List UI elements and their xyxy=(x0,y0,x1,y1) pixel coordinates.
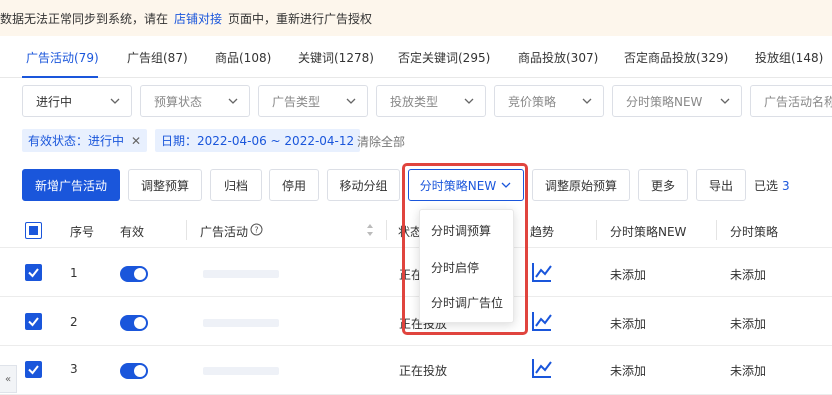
chevron-down-icon xyxy=(110,98,120,104)
notice-bar: 数据无法正常同步到系统，请在 店铺对接 页面中，重新进行广告授权 xyxy=(0,0,832,36)
tag-date-range-label: 日期：2022-04-06 ~ 2022-04-12 xyxy=(161,134,355,148)
filter-budget-status-placeholder: 预算状态 xyxy=(154,94,203,109)
row-time-strategy: 未添加 xyxy=(730,317,767,331)
row-time-strategy-new: 未添加 xyxy=(610,317,647,331)
campaign-name-redacted xyxy=(203,367,279,375)
row-status: 正在投放 xyxy=(399,364,448,378)
tag-date-range: 日期：2022-04-06 ~ 2022-04-12 xyxy=(155,129,361,152)
active-tab-indicator xyxy=(22,76,98,78)
active-toggle[interactable] xyxy=(120,363,148,379)
selected-count: 3 xyxy=(782,179,790,193)
row-time-strategy-new: 未添加 xyxy=(610,268,647,282)
row-time-strategy: 未添加 xyxy=(730,364,767,378)
header-active: 有效 xyxy=(120,225,145,239)
filter-campaign-name-placeholder: 广告活动名称 xyxy=(764,94,832,109)
tab-bar: 广告活动(79) 广告组(87) 商品(108) 关键词(1278) 否定关键词… xyxy=(0,36,832,78)
tag-active-status-label: 有效状态：进行中 xyxy=(28,134,125,148)
chevron-down-icon xyxy=(582,98,592,104)
notice-text-after: 页面中，重新进行广告授权 xyxy=(228,11,373,26)
header-campaign: 广告活动 xyxy=(200,225,249,239)
active-toggle[interactable] xyxy=(120,266,148,282)
more-button[interactable]: 更多 xyxy=(638,169,688,201)
filter-targeting-type-select[interactable]: 投放类型 xyxy=(376,85,486,117)
tab-targeting-groups[interactable]: 投放组(148) xyxy=(755,49,823,66)
header-index: 序号 xyxy=(70,225,95,239)
close-icon[interactable]: ✕ xyxy=(131,134,141,148)
pause-button[interactable]: 停用 xyxy=(269,169,319,201)
tab-products[interactable]: 商品(108) xyxy=(215,49,271,66)
chevron-down-icon xyxy=(720,98,730,104)
filter-time-strategy-select[interactable]: 分时策略NEW xyxy=(612,85,742,117)
notice-text-before: 数据无法正常同步到系统，请在 xyxy=(0,11,169,26)
adjust-original-budget-button[interactable]: 调整原始预算 xyxy=(532,169,630,201)
adjust-budget-button[interactable]: 调整预算 xyxy=(128,169,202,201)
filter-ad-type-placeholder: 广告类型 xyxy=(272,94,321,109)
new-campaign-button[interactable]: 新增广告活动 xyxy=(22,169,120,201)
chevron-down-icon xyxy=(228,98,238,104)
row-time-strategy-new: 未添加 xyxy=(610,364,647,378)
tab-keywords[interactable]: 关键词(1278) xyxy=(298,49,374,66)
move-group-button[interactable]: 移动分组 xyxy=(327,169,400,201)
campaign-name-redacted xyxy=(203,319,279,327)
filter-time-strategy-placeholder: 分时策略NEW xyxy=(626,94,703,109)
header-time-strategy-new: 分时策略NEW xyxy=(610,225,687,239)
clear-all-filters[interactable]: 清除全部 xyxy=(357,133,405,150)
filter-bid-strategy-placeholder: 竞价策略 xyxy=(508,94,557,109)
sort-icon[interactable] xyxy=(366,223,374,237)
row-checkbox[interactable] xyxy=(25,361,42,378)
filter-ad-type-select[interactable]: 广告类型 xyxy=(258,85,368,117)
tab-product-targeting[interactable]: 商品投放(307) xyxy=(518,49,598,66)
trend-chart-icon[interactable] xyxy=(531,310,553,332)
double-chevron-left-icon: « xyxy=(4,373,12,385)
selected-label: 已选 xyxy=(754,179,779,193)
active-toggle[interactable] xyxy=(120,315,148,331)
column-divider xyxy=(386,220,387,240)
column-divider xyxy=(186,220,187,240)
tab-negative-product-targeting[interactable]: 否定商品投放(329) xyxy=(624,49,728,66)
filter-campaign-name-input[interactable]: 广告活动名称 xyxy=(750,85,832,117)
shop-connect-link[interactable]: 店铺对接 xyxy=(174,10,222,27)
selected-count-label: 已选 3 xyxy=(754,177,790,194)
select-all-checkbox[interactable] xyxy=(25,222,42,239)
row-checkbox[interactable] xyxy=(25,313,42,330)
tag-active-status: 有效状态：进行中 ✕ xyxy=(22,129,148,152)
filter-budget-status-select[interactable]: 预算状态 xyxy=(140,85,250,117)
campaign-name-redacted xyxy=(203,270,279,278)
tab-campaigns[interactable]: 广告活动(79) xyxy=(26,49,99,66)
help-icon[interactable]: ? xyxy=(250,223,263,236)
row-index: 3 xyxy=(70,362,78,376)
filter-targeting-type-placeholder: 投放类型 xyxy=(390,94,439,109)
annotation-highlight-box xyxy=(402,163,528,335)
column-divider xyxy=(716,220,717,240)
tab-negative-keywords[interactable]: 否定关键词(295) xyxy=(398,49,490,66)
table-row: 3 正在投放 未添加 未添加 xyxy=(0,346,832,395)
filter-bid-strategy-select[interactable]: 竞价策略 xyxy=(494,85,604,117)
export-button[interactable]: 导出 xyxy=(696,169,746,201)
filter-status-value: 进行中 xyxy=(36,94,73,109)
column-divider xyxy=(596,220,597,240)
header-time-strategy: 分时策略 xyxy=(730,225,779,239)
svg-text:?: ? xyxy=(254,226,258,235)
chevron-down-icon xyxy=(346,98,356,104)
header-trend: 趋势 xyxy=(530,225,555,239)
filter-status-select[interactable]: 进行中 xyxy=(22,85,132,117)
chevron-down-icon xyxy=(464,98,474,104)
row-checkbox[interactable] xyxy=(25,264,42,281)
row-time-strategy: 未添加 xyxy=(730,268,767,282)
archive-button[interactable]: 归档 xyxy=(210,169,262,201)
trend-chart-icon[interactable] xyxy=(531,261,553,283)
row-index: 1 xyxy=(70,266,78,280)
collapse-sidebar-handle[interactable]: « xyxy=(0,365,17,393)
trend-chart-icon[interactable] xyxy=(531,357,553,379)
row-index: 2 xyxy=(70,315,78,329)
tab-ad-groups[interactable]: 广告组(87) xyxy=(127,49,188,66)
